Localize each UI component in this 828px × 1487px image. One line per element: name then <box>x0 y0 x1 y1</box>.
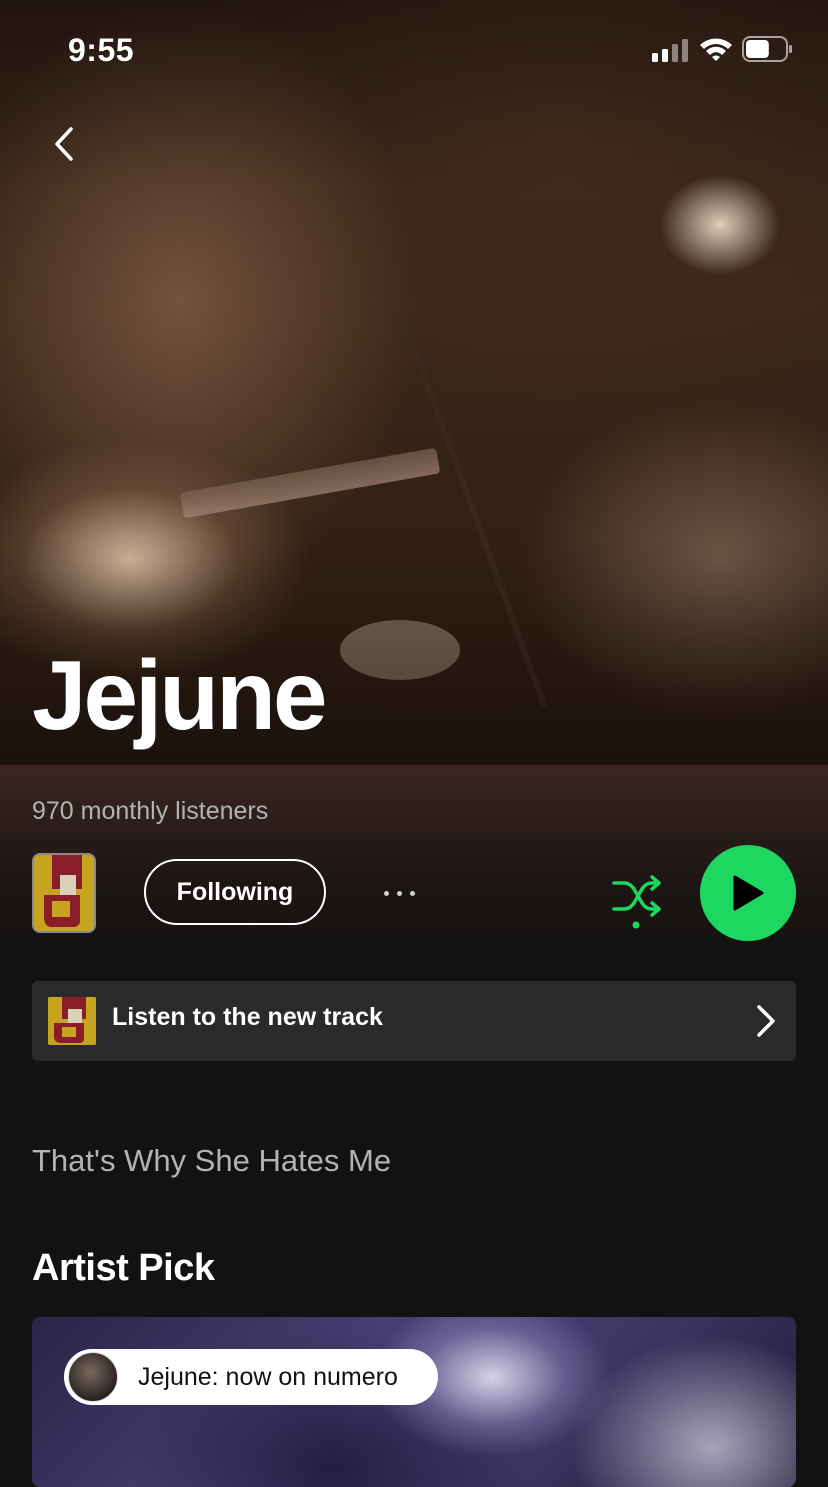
back-icon <box>55 127 73 161</box>
chevron-right-icon <box>757 1005 775 1037</box>
artist-name: Jejune <box>32 640 327 750</box>
album-art-icon <box>34 855 94 931</box>
following-button[interactable]: Following <box>144 859 326 925</box>
artist-pick-label: Jejune: now on numero <box>138 1362 398 1391</box>
play-button[interactable] <box>700 845 796 941</box>
shuffle-icon <box>612 875 661 929</box>
more-icon-dot <box>409 890 415 896</box>
more-icon-dot <box>396 890 402 896</box>
status-time: 9:55 <box>68 32 135 68</box>
more-options-button[interactable] <box>376 873 422 913</box>
artist-pick-pill[interactable]: Jejune: now on numero <box>64 1349 438 1405</box>
album-art-icon <box>48 997 96 1045</box>
more-icon <box>383 890 389 896</box>
artist-content: 970 monthly listeners Following Listen t… <box>0 765 828 1487</box>
avatar <box>68 1352 118 1402</box>
wifi-icon <box>700 38 732 61</box>
artist-preview-thumbnail[interactable] <box>32 853 96 933</box>
promo-label: Listen to the new track <box>112 1003 383 1031</box>
artist-pick-card[interactable]: Jejune: now on numero <box>32 1317 796 1487</box>
back-button[interactable] <box>44 122 84 166</box>
status-bar: 9:55 <box>0 0 828 100</box>
promo-album-art <box>48 997 96 1045</box>
signal-icon <box>652 39 688 62</box>
shuffle-button[interactable] <box>608 869 664 931</box>
new-track-promo[interactable]: Listen to the new track <box>32 981 796 1061</box>
monthly-listeners: 970 monthly listeners <box>32 797 269 825</box>
artist-tagline: That's Why She Hates Me <box>32 1143 392 1178</box>
battery-icon <box>742 36 792 62</box>
play-icon <box>733 875 764 911</box>
artist-pick-heading: Artist Pick <box>32 1247 215 1289</box>
